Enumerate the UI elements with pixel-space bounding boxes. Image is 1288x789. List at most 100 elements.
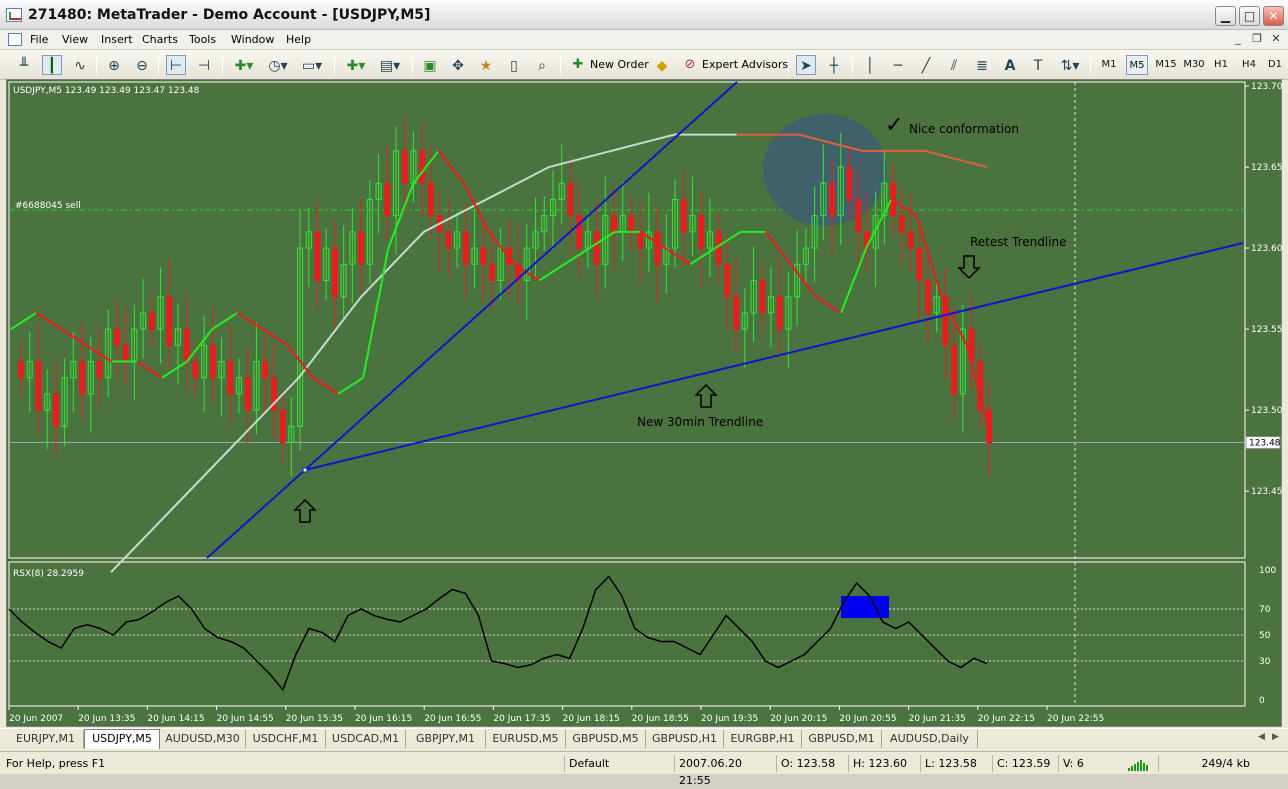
window-title: 271480: MetaTrader - Demo Account - [USD… (28, 7, 431, 23)
tab-gbpusd-h1[interactable]: GBPUSD,H1 (646, 730, 724, 748)
navigator-icon[interactable]: ▣ (420, 55, 440, 75)
chart-shift-icon[interactable]: ⊢ (166, 55, 186, 75)
chart-background-shapes (763, 114, 887, 226)
expert-advisors-label: Expert Advisors (702, 58, 789, 71)
terminal-icon[interactable]: ▯ (504, 55, 524, 75)
chart-window-icon[interactable] (8, 33, 22, 46)
new-order-button[interactable]: ✚ New Order (570, 55, 649, 75)
arrows-icon[interactable]: ⇅▾ (1056, 55, 1084, 75)
time-tick-label: 20 Jun 18:55 (632, 714, 689, 724)
fast-ma-segment (186, 328, 214, 363)
menu-view[interactable]: View (62, 33, 88, 46)
new-30min-trendline-annotation: New 30min Trendline (637, 415, 763, 429)
mdi-minimize-button[interactable]: _ (1230, 32, 1246, 47)
chart-window[interactable]: 100 70 50 30 0 123.70 123.65 123.60 123.55 123.5… (6, 79, 1283, 728)
tab-scroll-left-icon[interactable]: ◀ (1258, 732, 1265, 742)
templates-icon[interactable]: ▭▾ (298, 55, 326, 75)
crosshair-target-icon[interactable]: ✥ (448, 55, 468, 75)
trendlines[interactable] (206, 81, 1244, 559)
menu-tools[interactable]: Tools (189, 33, 216, 46)
timeframe-h1[interactable]: H1 (1210, 55, 1232, 75)
tab-eurjpy-m1[interactable]: EURJPY,M1 (8, 730, 84, 748)
menu-charts[interactable]: Charts (142, 33, 178, 46)
trendline-icon[interactable]: ╱ (916, 55, 936, 75)
tab-gbpusd-m5[interactable]: GBPUSD,M5 (566, 730, 646, 748)
indicators-icon[interactable]: ✚▾ (230, 55, 258, 75)
tab-scroll-right-icon[interactable]: ▶ (1272, 732, 1279, 742)
candle-body (846, 166, 853, 200)
minimize-button[interactable]: ▁ (1215, 6, 1236, 26)
candle-body (924, 279, 931, 314)
mdi-close-button[interactable]: ✕ (1268, 32, 1284, 47)
candle-body (724, 263, 731, 298)
candlestick-chart-icon[interactable]: ┃ (42, 55, 62, 75)
zoom-in-icon[interactable]: ⊕ (104, 55, 124, 75)
tab-audusd-m30[interactable]: AUDUSD,M30 (160, 730, 246, 748)
metaeditor-icon[interactable]: ◆ (652, 55, 672, 75)
candle-body (401, 150, 408, 184)
close-button[interactable]: ✕ (1263, 6, 1284, 26)
zoom-out-icon[interactable]: ⊖ (132, 55, 152, 75)
time-tick-label: 20 Jun 22:55 (1047, 714, 1104, 724)
tab-gbpusd-m1[interactable]: GBPUSD,M1 (802, 730, 882, 748)
candle-body (358, 231, 365, 265)
candle-body (79, 361, 86, 395)
new-chart-icon[interactable]: ✚▾ (342, 55, 370, 75)
strategy-tester-icon[interactable]: ⌕ (532, 55, 552, 75)
menu-help[interactable]: Help (286, 33, 311, 46)
candle-body (279, 409, 286, 444)
line-chart-icon[interactable]: ∿ (70, 55, 90, 75)
fast-ma-segment (639, 231, 666, 249)
timeframe-m30[interactable]: M30 (1182, 55, 1206, 75)
time-tick-label: 20 Jun 17:35 (493, 714, 550, 724)
fibonacci-icon[interactable]: ≣ (972, 55, 992, 75)
candle-body (166, 296, 173, 346)
timeframe-m5[interactable]: M5 (1126, 55, 1148, 75)
vertical-line-icon[interactable]: │ (860, 55, 880, 75)
metatrader-app-icon[interactable] (6, 8, 22, 22)
tab-usdjpy-m5[interactable]: USDJPY,M5 (84, 729, 160, 749)
timeframe-m1[interactable]: M1 (1098, 55, 1120, 75)
price-tick-label: 123.70 (1251, 82, 1283, 92)
tab-usdcad-m1[interactable]: USDCAD,M1 (326, 730, 406, 748)
tab-eurgbp-h1[interactable]: EURGBP,H1 (724, 730, 802, 748)
text-icon[interactable]: A (1000, 55, 1020, 75)
periods-icon[interactable]: ◷▾ (264, 55, 292, 75)
maximize-button[interactable]: □ (1239, 6, 1260, 26)
bar-chart-icon[interactable]: ╨ (14, 55, 34, 75)
candle-body (654, 231, 661, 265)
timeframe-m15[interactable]: M15 (1154, 55, 1178, 75)
menu-window[interactable]: Window (231, 33, 274, 46)
chart-tabs: EURJPY,M1 USDJPY,M5 AUDUSD,M30 USDCHF,M1… (0, 728, 1288, 750)
cursor-icon[interactable]: ➤ (796, 55, 816, 75)
menu-file[interactable]: File (30, 33, 48, 46)
timeframe-h4[interactable]: H4 (1238, 55, 1260, 75)
menu-insert[interactable]: Insert (101, 33, 133, 46)
candle-body (209, 344, 216, 379)
time-tick-label: 20 Jun 20:15 (770, 714, 827, 724)
fast-ma-segment (312, 376, 339, 395)
favorites-icon[interactable]: ★ (476, 55, 496, 75)
expert-advisors-button[interactable]: ⊘ Expert Advisors (682, 55, 789, 75)
autoscroll-icon[interactable]: ⊣ (194, 55, 214, 75)
candle-body (567, 182, 574, 217)
time-tick-label: 20 Jun 16:15 (355, 714, 412, 724)
candle-body (244, 377, 251, 411)
fast-ma-segment (236, 312, 264, 330)
horizontal-line-icon[interactable]: ─ (888, 55, 908, 75)
price-chart[interactable]: 100 70 50 30 0 123.70 123.65 123.60 123.55 123.5… (7, 80, 1283, 728)
fast-ma-segment (60, 328, 88, 347)
tab-audusd-daily[interactable]: AUDUSD,Daily (882, 730, 978, 748)
tab-usdchf-m1[interactable]: USDCHF,M1 (246, 730, 326, 748)
equidistant-channel-icon[interactable]: ⫽ (944, 55, 964, 75)
mdi-restore-button[interactable]: ❐ (1249, 32, 1265, 47)
status-close: C: 123.59 (992, 755, 1056, 772)
fast-ma-segment (462, 182, 490, 233)
tab-gbpjpy-m1[interactable]: GBPJPY,M1 (406, 730, 486, 748)
text-label-icon[interactable]: T (1028, 55, 1048, 75)
crosshair-icon[interactable]: ┼ (824, 55, 844, 75)
tab-eurusd-m5[interactable]: EURUSD,M5 (486, 730, 566, 748)
profiles-icon[interactable]: ▤▾ (376, 55, 404, 75)
time-tick-label: 20 Jun 20:55 (839, 714, 896, 724)
timeframe-d1[interactable]: D1 (1264, 55, 1286, 75)
